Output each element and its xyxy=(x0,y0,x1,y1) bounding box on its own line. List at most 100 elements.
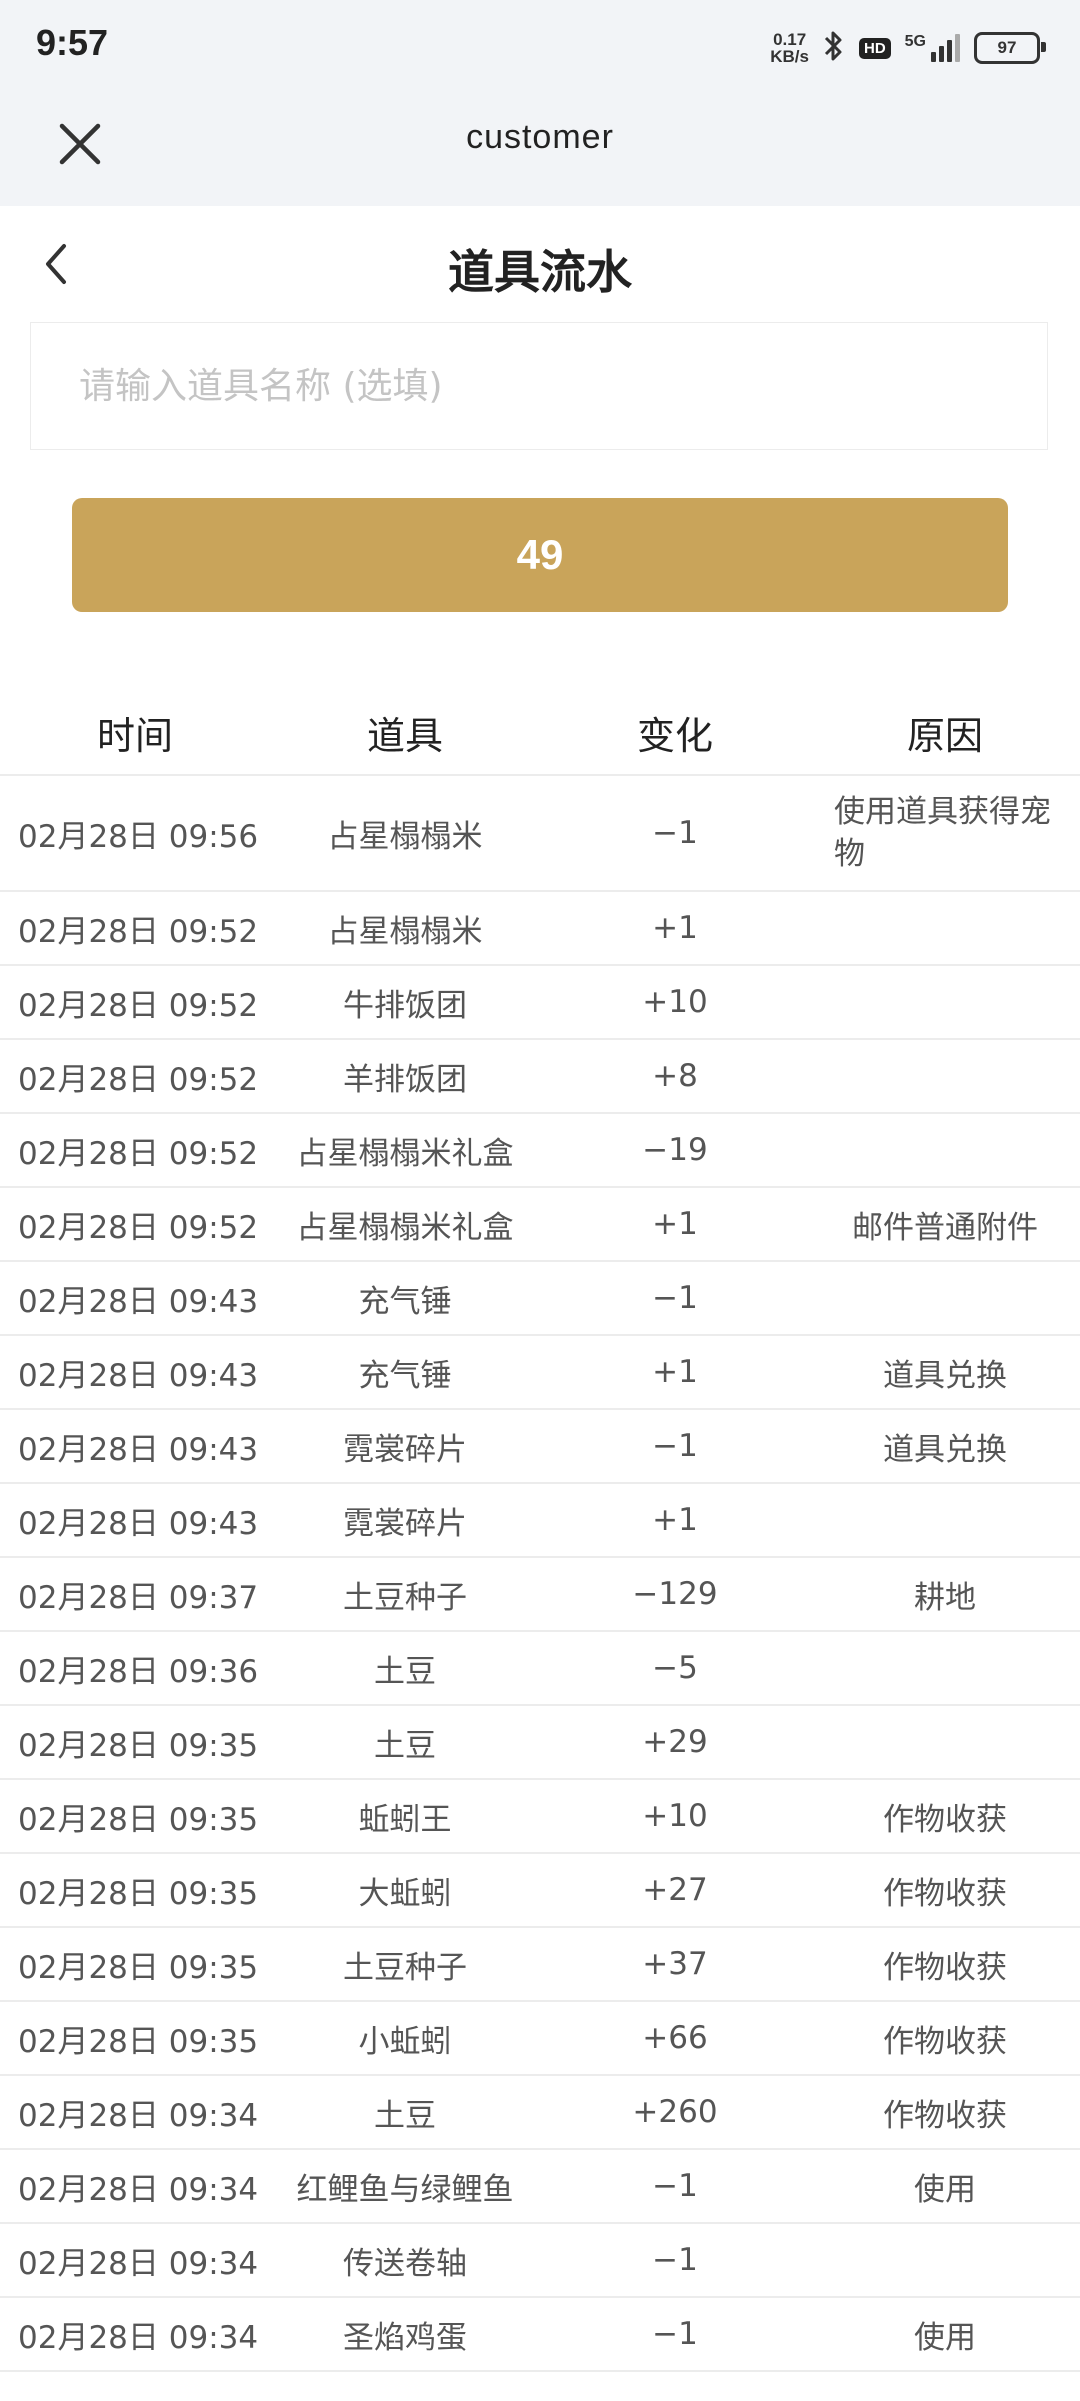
item-name-input[interactable] xyxy=(31,323,1047,449)
page-header: 道具流水 xyxy=(0,206,1080,318)
table-row: 02月28日 09:52 占星榻榻米礼盒 +1 邮件普通附件 xyxy=(0,1188,1080,1262)
table-row: 02月28日 09:35 土豆种子 +37 作物收获 xyxy=(0,1928,1080,2002)
change-cell: +10 xyxy=(642,984,708,1020)
time-cell: 02月28日 09:36 xyxy=(18,1653,259,1690)
table-row: 02月28日 09:35 蚯蚓王 +10 作物收获 xyxy=(0,1780,1080,1854)
time-cell: 02月28日 09:35 xyxy=(18,1875,259,1912)
item-cell: 大蚯蚓 xyxy=(358,1875,452,1912)
item-cell: 土豆 xyxy=(374,2097,436,2134)
table-row: 02月28日 09:34 土豆 +260 作物收获 xyxy=(0,2076,1080,2150)
change-cell: +1 xyxy=(652,910,698,946)
time-cell: 02月28日 09:34 xyxy=(18,2319,259,2356)
query-button[interactable]: 49 xyxy=(72,498,1008,612)
table-row: 02月28日 09:43 充气锤 +1 道具兑换 xyxy=(0,1336,1080,1410)
item-cell: 小蚯蚓 xyxy=(358,2023,452,2060)
change-cell: +66 xyxy=(642,2020,708,2056)
change-cell: +1 xyxy=(652,1354,698,1390)
table-row: 02月28日 09:52 羊排饭团 +8 xyxy=(0,1040,1080,1114)
time-cell: 02月28日 09:35 xyxy=(18,1949,259,1986)
reason-cell: 邮件普通附件 xyxy=(852,1209,1038,1246)
change-cell: −1 xyxy=(652,815,698,851)
table-header: 时间 道具 变化 原因 xyxy=(0,690,1080,776)
time-cell: 02月28日 09:43 xyxy=(18,1283,259,1320)
time-cell: 02月28日 09:52 xyxy=(18,1061,259,1098)
table-row: 02月28日 09:36 土豆 −5 xyxy=(0,1632,1080,1706)
status-time: 9:57 xyxy=(36,22,109,63)
item-cell: 土豆 xyxy=(374,1653,436,1690)
change-cell: +27 xyxy=(642,1872,708,1908)
item-cell: 传送卷轴 xyxy=(343,2245,467,2282)
change-cell: +260 xyxy=(632,2094,718,2130)
time-cell: 02月28日 09:35 xyxy=(18,1727,259,1764)
change-cell: +29 xyxy=(642,1724,708,1760)
reason-cell: 作物收获 xyxy=(883,1875,1007,1912)
table-row: 02月28日 09:56 占星榻榻米 −1 使用道具获得宠物 xyxy=(0,776,1080,892)
table-row: 02月28日 09:52 占星榻榻米礼盒 −19 xyxy=(0,1114,1080,1188)
time-cell: 02月28日 09:43 xyxy=(18,1357,259,1394)
battery-level: 97 xyxy=(997,38,1017,57)
network-speed-value: 0.17 xyxy=(773,30,807,49)
table-row: 02月28日 09:34 红鲤鱼与绿鲤鱼 −1 使用 xyxy=(0,2150,1080,2224)
change-cell: −1 xyxy=(652,1428,698,1464)
table-body: 02月28日 09:56 占星榻榻米 −1 使用道具获得宠物 02月28日 09:52 占… xyxy=(0,776,1080,2372)
item-cell: 羊排饭团 xyxy=(343,1061,467,1098)
time-cell: 02月28日 09:35 xyxy=(18,1801,259,1838)
time-cell: 02月28日 09:52 xyxy=(18,1209,259,1246)
item-cell: 土豆 xyxy=(374,1727,436,1764)
table-row: 02月28日 09:35 土豆 +29 xyxy=(0,1706,1080,1780)
battery-icon: 97 xyxy=(974,32,1046,64)
reason-cell: 耕地 xyxy=(914,1579,976,1616)
table-row: 02月28日 09:43 充气锤 −1 xyxy=(0,1262,1080,1336)
table-row: 02月28日 09:37 土豆种子 −129 耕地 xyxy=(0,1558,1080,1632)
item-cell: 占星榻榻米 xyxy=(327,818,483,855)
search-box xyxy=(30,322,1048,450)
item-cell: 充气锤 xyxy=(358,1283,452,1320)
table-row: 02月28日 09:43 霓裳碎片 +1 xyxy=(0,1484,1080,1558)
change-cell: −1 xyxy=(652,2316,698,2352)
network-speed: 0.17 KB/s xyxy=(770,31,809,65)
header-time: 时间 xyxy=(96,713,173,758)
table-row: 02月28日 09:35 大蚯蚓 +27 作物收获 xyxy=(0,1854,1080,1928)
table-row: 02月28日 09:34 圣焰鸡蛋 −1 使用 xyxy=(0,2298,1080,2372)
app-bar: customer xyxy=(0,96,1080,206)
item-log-table: 时间 道具 变化 原因 02月28日 09:56 占星榻榻米 −1 使用道具获得宠物 0… xyxy=(0,690,1080,2372)
reason-cell: 道具兑换 xyxy=(883,1357,1007,1394)
change-cell: −129 xyxy=(632,1576,718,1612)
time-cell: 02月28日 09:52 xyxy=(18,987,259,1024)
change-cell: −1 xyxy=(652,1280,698,1316)
change-cell: −1 xyxy=(652,2242,698,2278)
item-cell: 红鲤鱼与绿鲤鱼 xyxy=(296,2171,514,2208)
table-row: 02月28日 09:43 霓裳碎片 −1 道具兑换 xyxy=(0,1410,1080,1484)
reason-cell: 道具兑换 xyxy=(883,1431,1007,1468)
reason-cell: 作物收获 xyxy=(883,2023,1007,2060)
network-speed-unit: KB/s xyxy=(770,47,809,66)
table-row: 02月28日 09:52 牛排饭团 +10 xyxy=(0,966,1080,1040)
time-cell: 02月28日 09:43 xyxy=(18,1505,259,1542)
item-cell: 牛排饭团 xyxy=(343,987,467,1024)
time-cell: 02月28日 09:34 xyxy=(18,2097,259,2134)
item-cell: 霓裳碎片 xyxy=(343,1505,467,1542)
table-row: 02月28日 09:35 小蚯蚓 +66 作物收获 xyxy=(0,2002,1080,2076)
bluetooth-icon xyxy=(823,29,845,68)
status-bar: 9:57 0.17 KB/s HD 5G 97 xyxy=(0,0,1080,96)
time-cell: 02月28日 09:52 xyxy=(18,1135,259,1172)
reason-cell: 使用 xyxy=(914,2171,976,2208)
change-cell: −5 xyxy=(652,1650,698,1686)
signal-icon: 5G xyxy=(905,34,960,62)
time-cell: 02月28日 09:43 xyxy=(18,1431,259,1468)
time-cell: 02月28日 09:37 xyxy=(18,1579,259,1616)
reason-cell: 作物收获 xyxy=(883,1801,1007,1838)
item-cell: 充气锤 xyxy=(358,1357,452,1394)
page-title: 道具流水 xyxy=(448,245,632,299)
change-cell: +8 xyxy=(652,1058,698,1094)
item-cell: 蚯蚓王 xyxy=(358,1801,452,1838)
time-cell: 02月28日 09:34 xyxy=(18,2245,259,2282)
item-cell: 霓裳碎片 xyxy=(343,1431,467,1468)
change-cell: +10 xyxy=(642,1798,708,1834)
item-cell: 圣焰鸡蛋 xyxy=(343,2319,467,2356)
time-cell: 02月28日 09:34 xyxy=(18,2171,259,2208)
change-cell: +37 xyxy=(642,1946,708,1982)
time-cell: 02月28日 09:35 xyxy=(18,2023,259,2060)
reason-cell: 作物收获 xyxy=(883,2097,1007,2134)
reason-cell: 使用道具获得宠物 xyxy=(834,794,1051,872)
